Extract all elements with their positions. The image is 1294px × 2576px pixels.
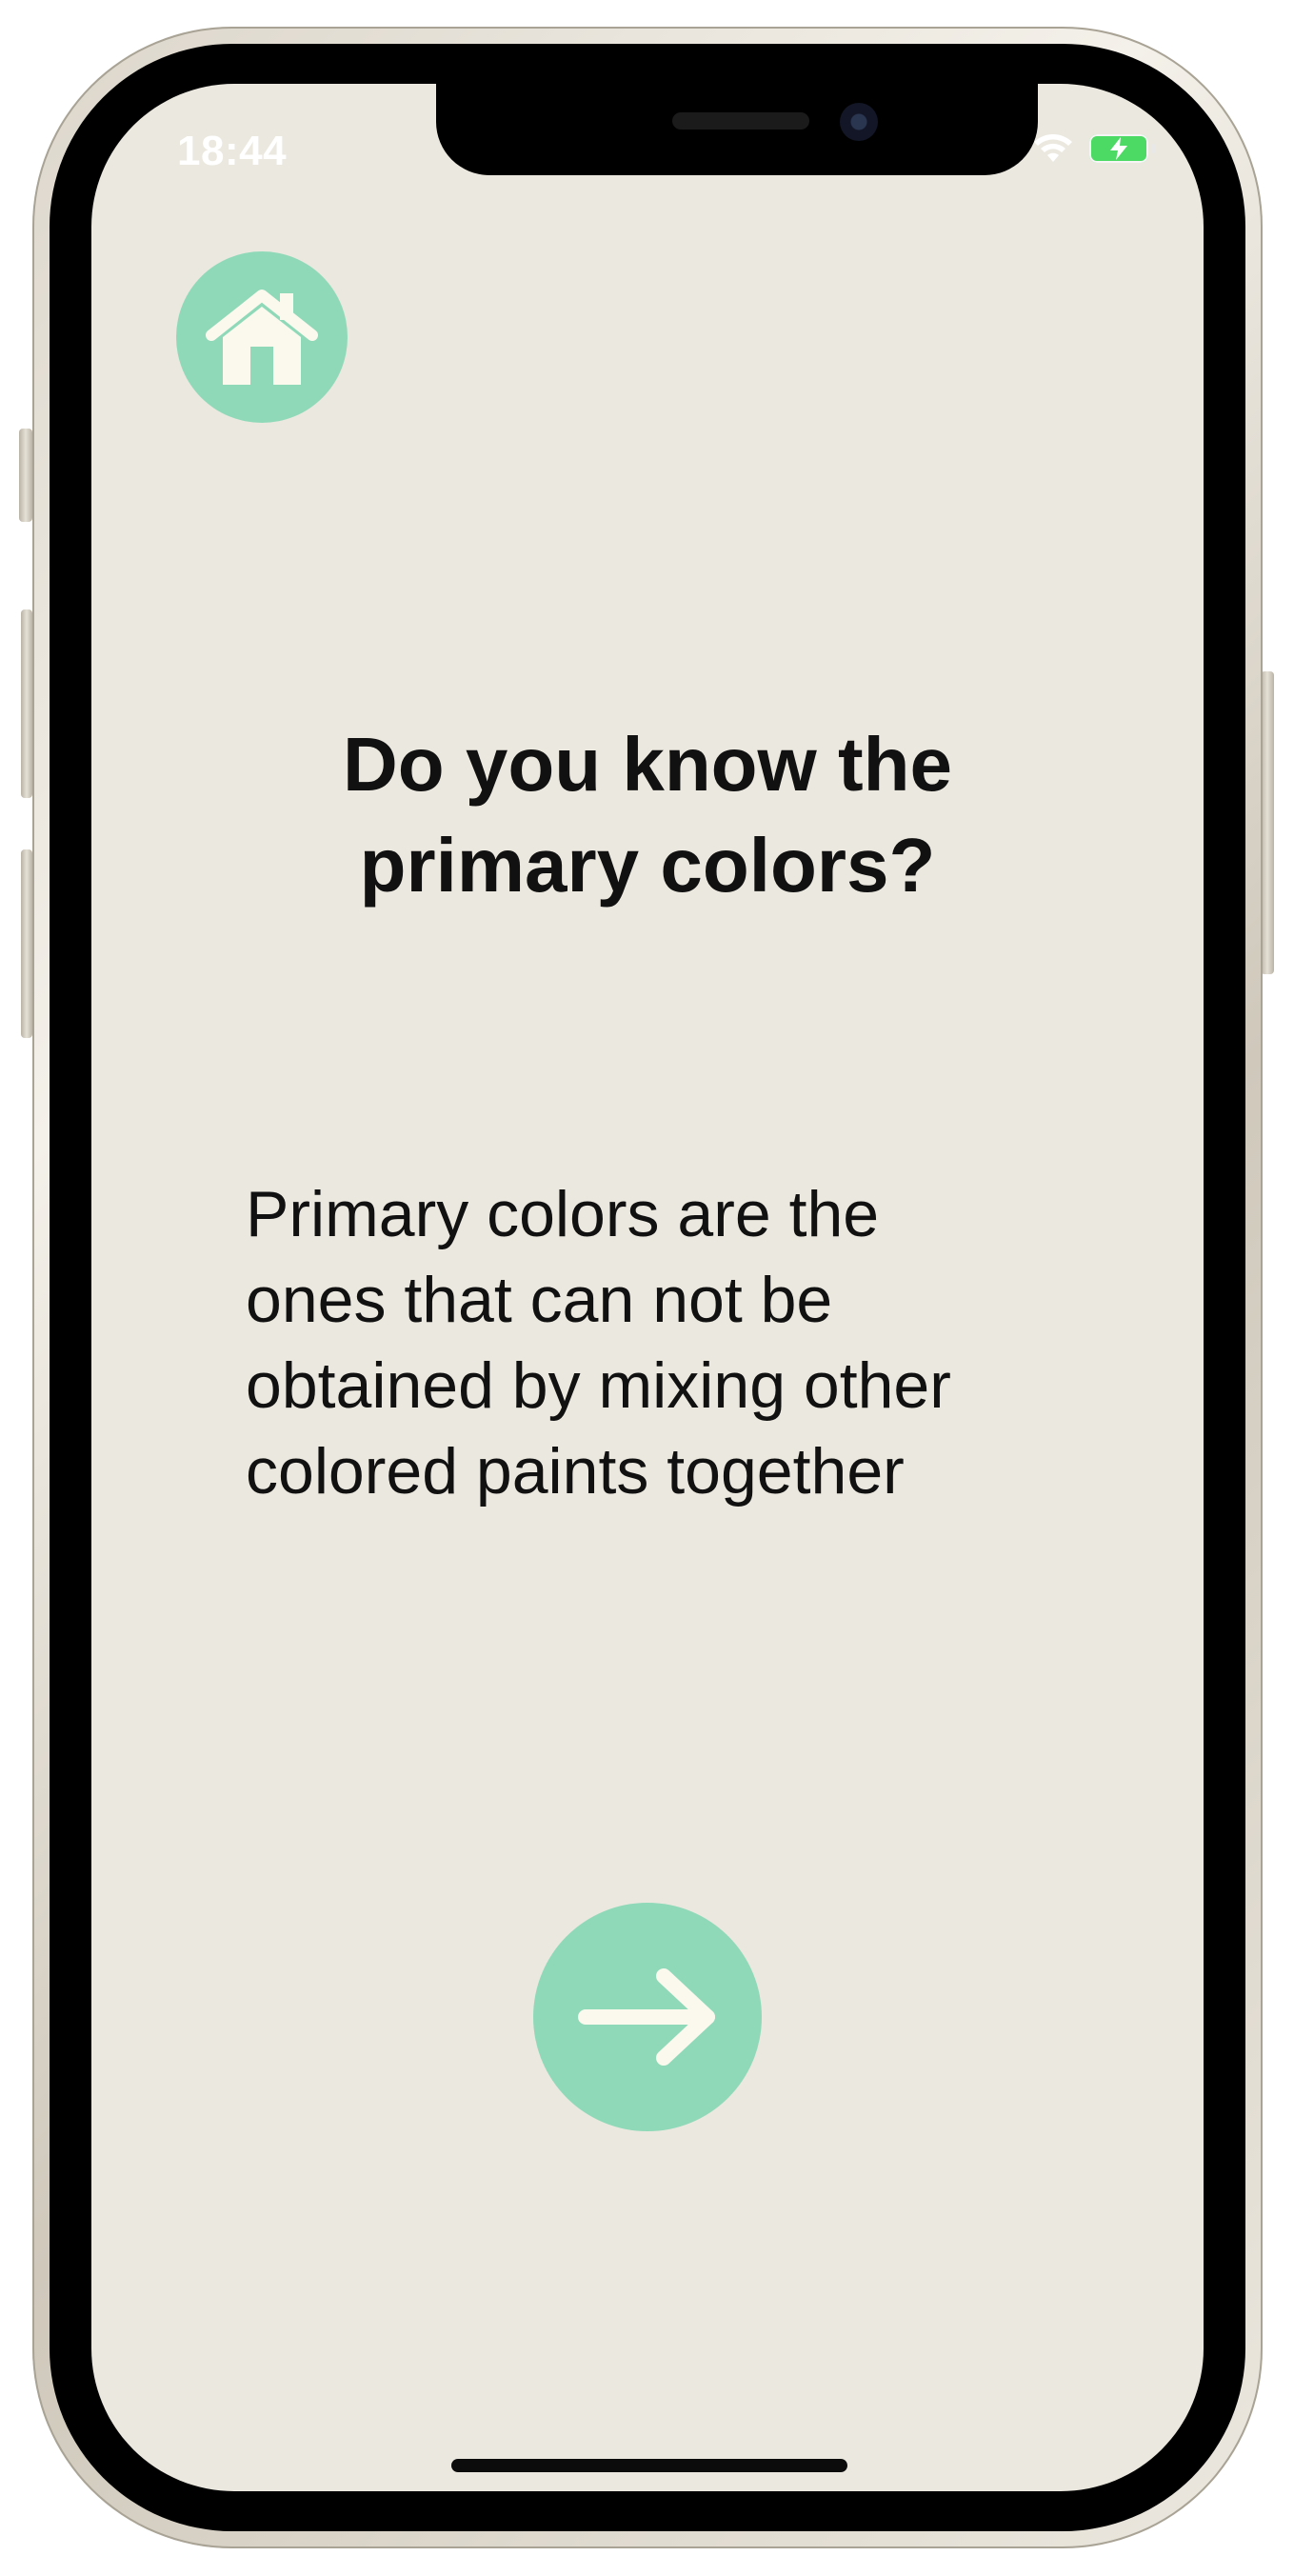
earpiece-speaker [672, 112, 809, 130]
volume-up-button [21, 609, 32, 798]
power-button [1261, 671, 1274, 974]
front-camera [840, 103, 878, 141]
home-icon [206, 290, 318, 385]
notch [436, 84, 1038, 175]
status-time: 18:44 [177, 128, 288, 174]
question-title: Do you know the primary colors? [343, 722, 952, 908]
volume-down-button [21, 849, 32, 1038]
home-button[interactable] [176, 251, 348, 423]
next-button[interactable] [533, 1903, 762, 2131]
home-indicator[interactable] [451, 2459, 847, 2472]
device-mockup: 18:44 .... [0, 0, 1294, 2576]
battery-charging-icon [1089, 134, 1155, 163]
app-screen: 18:44 .... [91, 84, 1204, 2491]
arrow-right-icon [578, 1968, 715, 2066]
silent-switch [19, 429, 32, 522]
explanation-text: Primary colors are the ones that can not… [246, 1178, 951, 1508]
wifi-icon [1032, 133, 1074, 164]
